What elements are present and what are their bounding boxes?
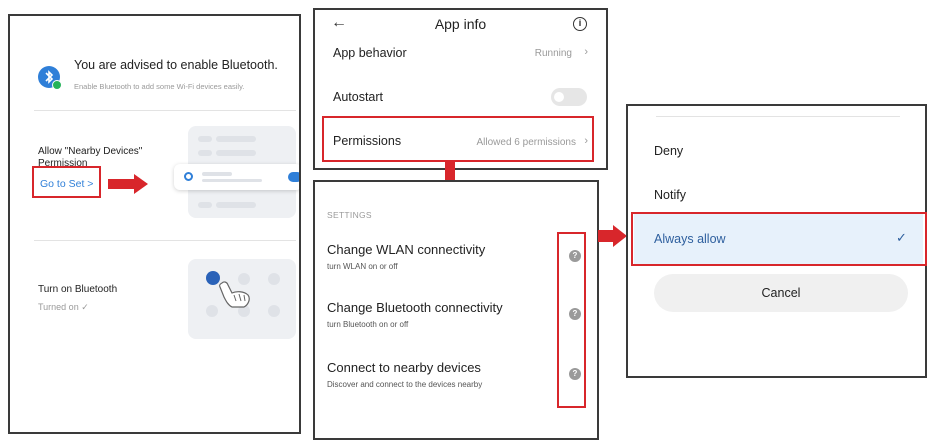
bluetooth-icon — [38, 66, 62, 90]
settings-header: SETTINGS — [327, 210, 372, 220]
item-title: Change Bluetooth connectivity — [327, 300, 503, 315]
info-icon[interactable]: i — [573, 17, 587, 31]
bluetooth-prompt-panel: You are advised to enable Bluetooth. Ena… — [8, 14, 301, 434]
red-arrow-right-icon — [108, 174, 148, 194]
autostart-row[interactable]: Autostart — [315, 84, 606, 120]
chevron-right-icon: › — [584, 46, 588, 58]
item-title: Connect to nearby devices — [327, 360, 481, 375]
cancel-button[interactable]: Cancel — [654, 274, 908, 312]
row-label: Autostart — [333, 90, 384, 104]
option-deny[interactable]: Deny — [654, 144, 683, 158]
page-title: App info — [434, 16, 487, 32]
prompt-subtitle: Enable Bluetooth to add some Wi-Fi devic… — [74, 82, 245, 91]
item-subtitle: turn Bluetooth on or off — [327, 320, 409, 329]
divider — [34, 110, 296, 111]
help-icons-highlight — [557, 232, 586, 408]
go-to-set-highlight — [32, 166, 101, 198]
row-label: App behavior — [333, 46, 407, 60]
option-notify[interactable]: Notify — [654, 188, 686, 202]
autostart-toggle[interactable] — [551, 88, 587, 106]
hand-pointer-icon — [219, 281, 250, 308]
bluetooth-label: Turn on Bluetooth — [38, 284, 118, 295]
divider — [34, 240, 296, 241]
bluetooth-status: Turned on ✓ — [38, 302, 89, 312]
toggle-on-icon — [288, 172, 299, 182]
settings-item-wlan[interactable]: Change WLAN connectivity turn WLAN on or… — [315, 238, 597, 278]
location-icon — [184, 172, 193, 181]
permission-toggle-card — [174, 164, 299, 190]
settings-item-nearby[interactable]: Connect to nearby devices Discover and c… — [315, 356, 597, 396]
red-arrow-right-icon — [598, 225, 627, 247]
item-subtitle: turn WLAN on or off — [327, 262, 398, 271]
item-title: Change WLAN connectivity — [327, 242, 486, 257]
always-allow-highlight — [631, 212, 927, 266]
permissions-highlight — [322, 116, 594, 162]
item-subtitle: Discover and connect to the devices near… — [327, 380, 483, 389]
settings-item-bluetooth[interactable]: Change Bluetooth connectivity turn Bluet… — [315, 296, 597, 336]
cancel-label: Cancel — [761, 286, 801, 300]
row-value: Running — [534, 48, 572, 59]
divider — [656, 116, 900, 117]
bluetooth-illustration — [188, 259, 296, 339]
nearby-devices-label: Allow "Nearby Devices" — [38, 146, 143, 157]
app-behavior-row[interactable]: App behavior Running › — [315, 40, 606, 76]
prompt-title: You are advised to enable Bluetooth. — [74, 58, 278, 72]
